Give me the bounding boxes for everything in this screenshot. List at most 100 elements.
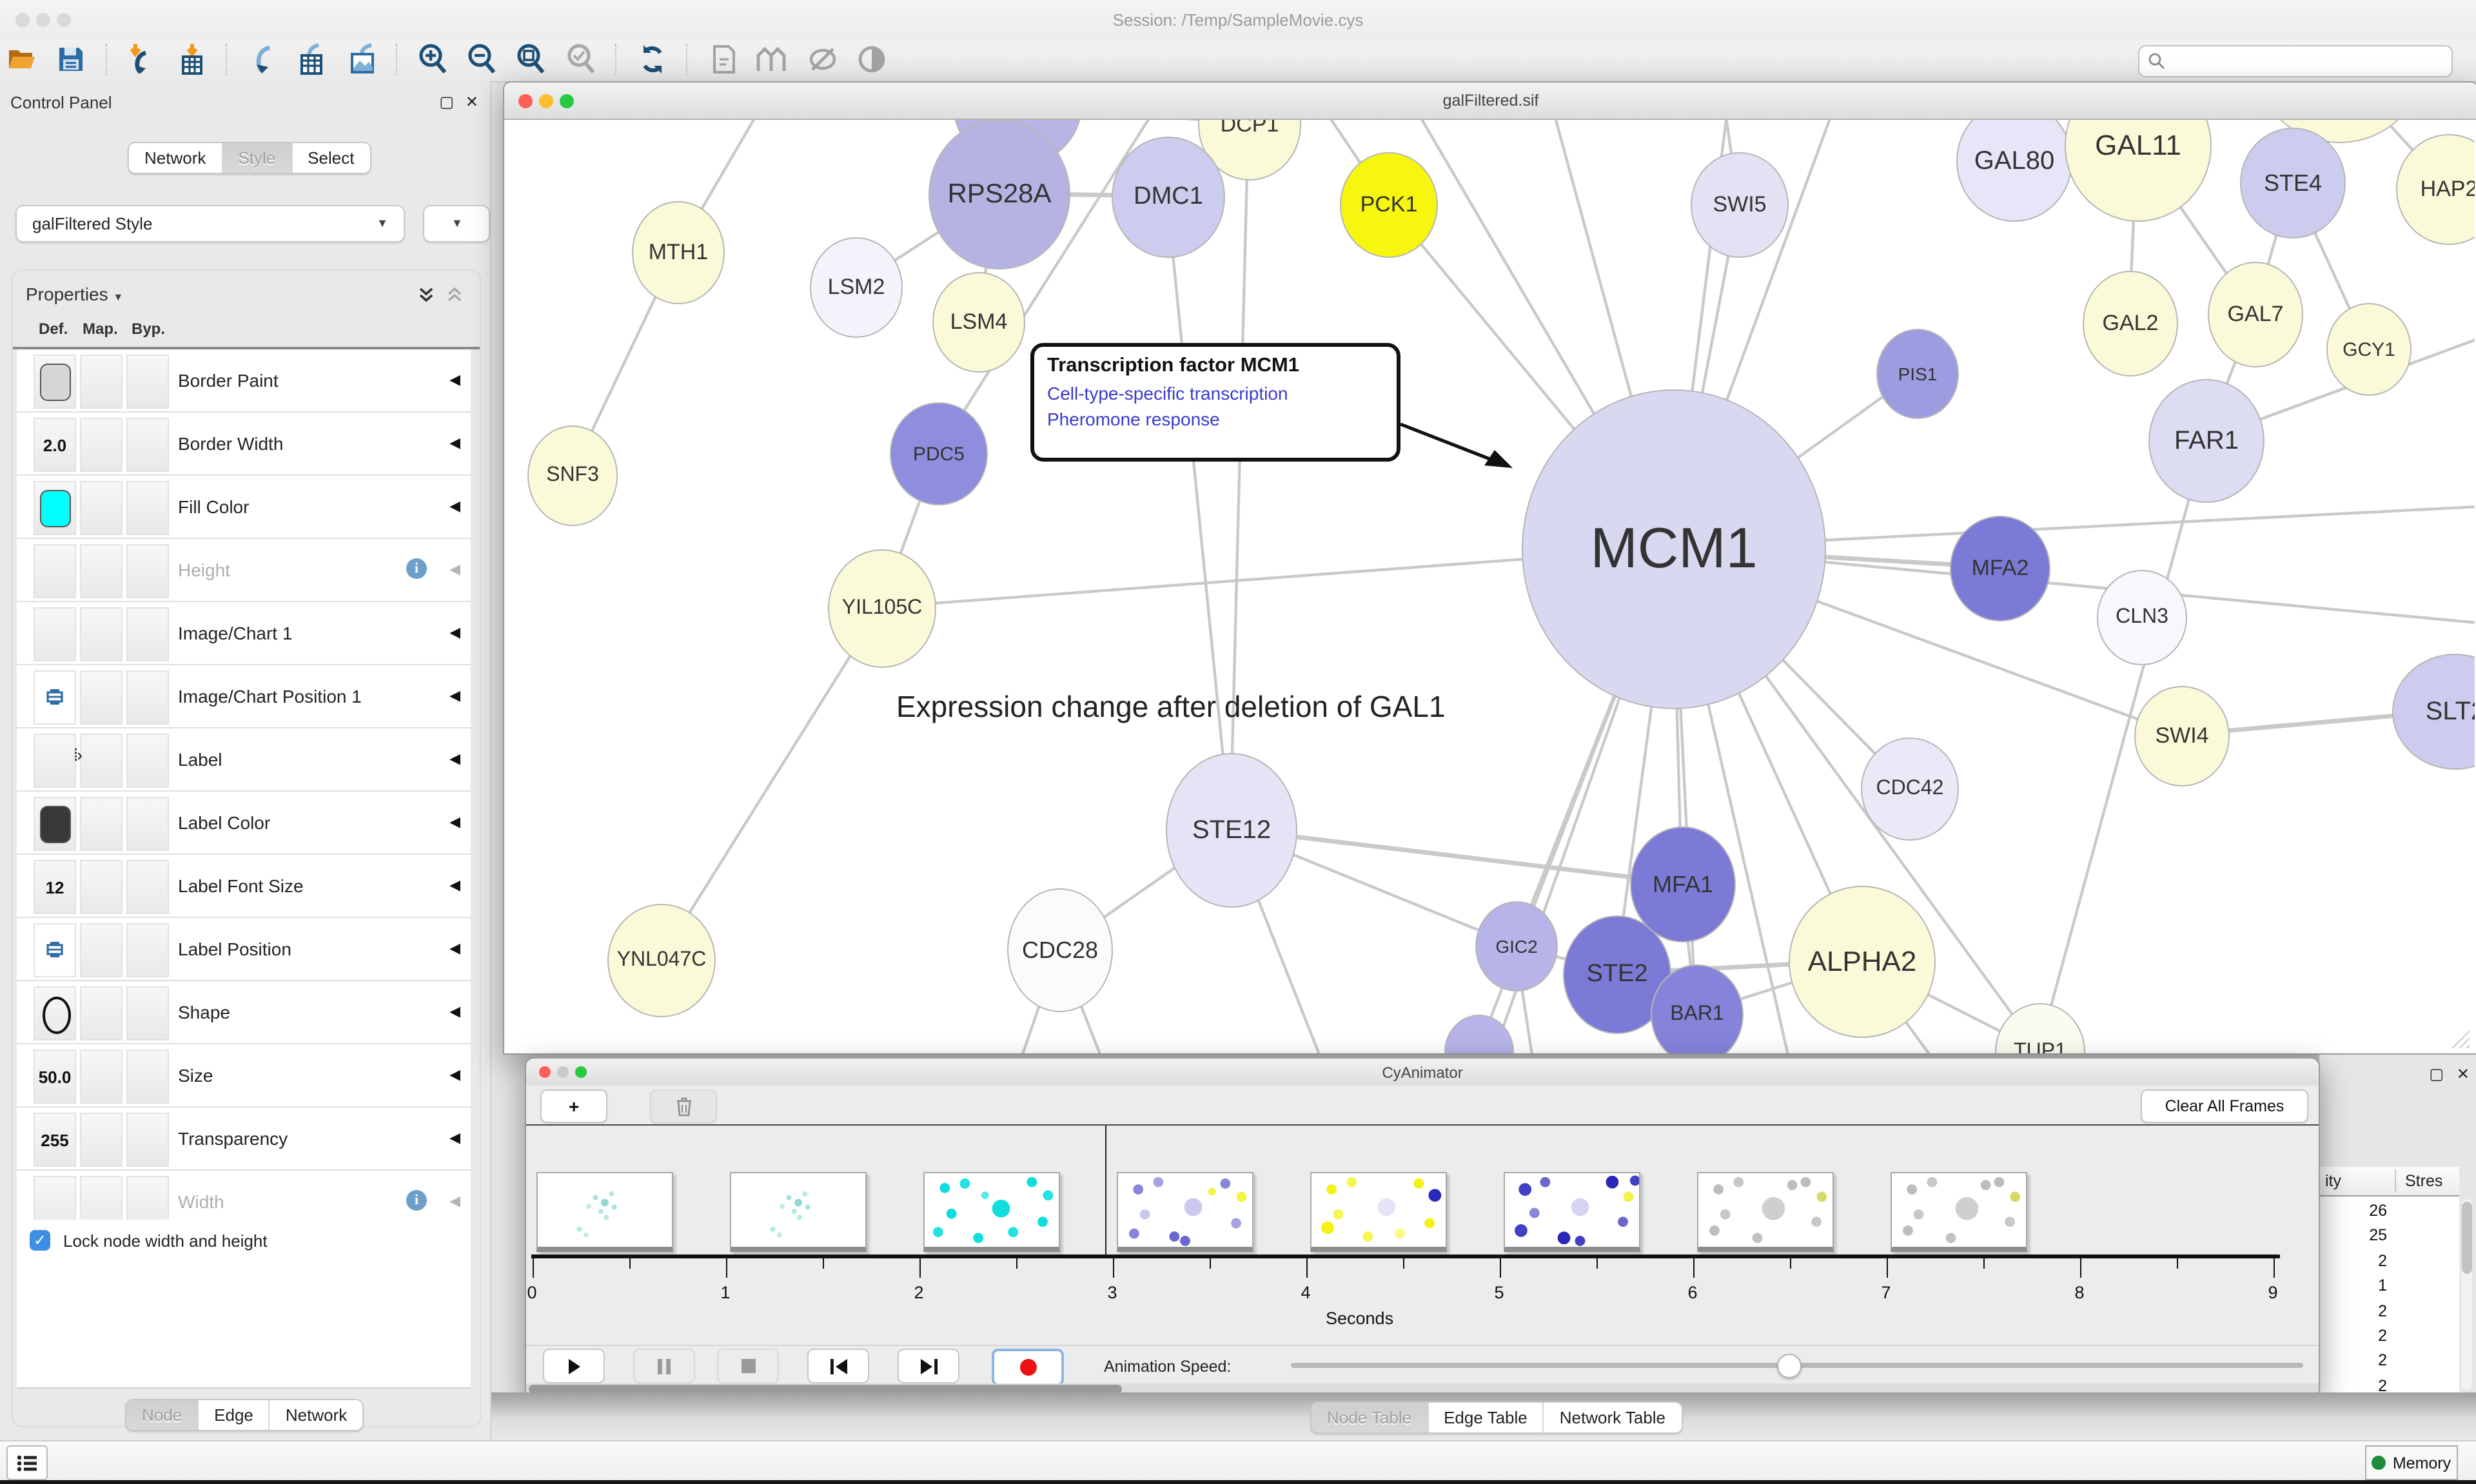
map-cell[interactable] (80, 355, 123, 409)
property-row-label[interactable]: ⁞›Label◀ (17, 728, 471, 792)
expand-property-icon[interactable]: ◀ (449, 1129, 460, 1146)
clipboard-icon[interactable] (701, 40, 745, 79)
lock-node-size-checkbox[interactable]: ✓ (30, 1230, 50, 1251)
import-table-icon[interactable] (170, 40, 214, 79)
table-cell-value[interactable]: 26 (2323, 1202, 2387, 1220)
default-value[interactable]: 2.0 (35, 436, 75, 455)
network-node-mth1[interactable]: MTH1 (632, 201, 725, 304)
table-cell-value[interactable]: 2 (2323, 1352, 2387, 1370)
byp-cell[interactable] (126, 860, 169, 914)
export-image-icon[interactable] (340, 40, 384, 79)
table-scrollbar[interactable] (2462, 1199, 2472, 1390)
network-edge[interactable] (660, 607, 881, 959)
network-node-mfa1[interactable]: MFA1 (1630, 826, 1736, 942)
def-cell[interactable]: 2.0 (34, 418, 76, 472)
frame-thumbnail-2s[interactable] (923, 1172, 1059, 1252)
map-cell[interactable] (80, 544, 123, 598)
expand-property-icon[interactable]: ◀ (449, 371, 460, 388)
network-node-dmc1[interactable]: DMC1 (1112, 137, 1225, 258)
expand-property-icon[interactable]: ◀ (449, 814, 460, 830)
byp-cell[interactable] (126, 1050, 169, 1104)
byp-cell[interactable] (126, 797, 169, 851)
property-row-label-color[interactable]: Label Color◀ (17, 792, 471, 855)
network-node-ste4[interactable]: STE4 (2240, 128, 2346, 239)
table-cell-value[interactable]: 25 (2323, 1227, 2387, 1245)
network-node-cdc28[interactable]: CDC28 (1007, 888, 1113, 1012)
byp-cell[interactable] (126, 670, 169, 725)
properties-header-dropdown[interactable]: Properties ▼ (26, 284, 123, 304)
show-detail-icon[interactable] (850, 40, 894, 79)
memory-button[interactable]: Memory (2365, 1445, 2458, 1480)
property-row-border-paint[interactable]: Border Paint◀ (17, 349, 471, 413)
timeline-playhead[interactable] (1105, 1126, 1106, 1255)
save-session-icon[interactable] (50, 40, 93, 79)
style-options-menu-button[interactable]: ▼ (423, 205, 490, 242)
table-cell-value[interactable]: 2 (2323, 1302, 2387, 1320)
tab-edge-style[interactable]: Edge (199, 1400, 270, 1430)
def-cell[interactable] (34, 607, 76, 661)
network-node-mfa2[interactable]: MFA2 (1950, 516, 2050, 621)
default-value[interactable]: 12 (35, 878, 75, 897)
byp-cell[interactable] (126, 418, 169, 472)
tab-style[interactable]: Style (222, 143, 292, 173)
open-folder-icon[interactable] (0, 40, 44, 79)
network-edge[interactable] (1167, 196, 1230, 829)
frame-thumbnail-5s[interactable] (1503, 1172, 1640, 1252)
column-stress[interactable]: Stres (2405, 1172, 2442, 1190)
def-cell[interactable] (34, 481, 76, 535)
byp-cell[interactable] (126, 481, 169, 535)
tab-network-style[interactable]: Network (270, 1400, 362, 1430)
default-value[interactable]: 50.0 (35, 1068, 75, 1087)
close-panel-icon[interactable]: ✕ (466, 93, 478, 111)
search-input[interactable] (2170, 48, 2446, 75)
map-cell[interactable] (80, 860, 123, 914)
network-node-rps28a[interactable]: RPS28A (928, 120, 1070, 269)
pause-button[interactable] (633, 1349, 695, 1383)
byp-cell[interactable] (126, 923, 169, 977)
network-node-snf3[interactable]: SNF3 (527, 425, 618, 526)
def-cell[interactable] (34, 670, 76, 725)
expand-property-icon[interactable]: ◀ (449, 498, 460, 514)
network-node-ste12[interactable]: STE12 (1166, 753, 1297, 908)
map-cell[interactable] (80, 670, 123, 725)
resize-grip[interactable] (2451, 1030, 2470, 1048)
network-node-lsm2[interactable]: LSM2 (810, 237, 903, 338)
tab-node-style[interactable]: Node (126, 1400, 199, 1430)
map-cell[interactable] (80, 797, 123, 851)
animation-speed-slider[interactable] (1291, 1363, 2303, 1368)
byp-cell[interactable] (126, 1113, 169, 1167)
tab-network[interactable]: Network (129, 143, 222, 173)
network-node-cln3[interactable]: CLN3 (2097, 570, 2187, 665)
property-row-image-chart-position-1[interactable]: Image/Chart Position 1◀ (17, 665, 471, 728)
byp-cell[interactable] (126, 607, 169, 661)
network-node-ynl047c[interactable]: YNL047C (607, 904, 716, 1017)
network-node-mcm1[interactable]: MCM1 (1522, 389, 1826, 709)
new-table-icon[interactable] (290, 40, 334, 79)
network-node-gal2[interactable]: GAL2 (2083, 271, 2178, 376)
float-panel-icon[interactable]: ▢ (439, 93, 454, 111)
expand-property-icon[interactable]: ◀ (449, 434, 460, 451)
map-cell[interactable] (80, 481, 123, 535)
network-node-far1[interactable]: FAR1 (2148, 379, 2265, 503)
property-row-image-chart-1[interactable]: Image/Chart 1◀ (17, 602, 471, 665)
network-canvas[interactable]: DCP1RPS28ADMC1PCK1MTH1LSM2LSM4SNF3PDC5YI… (504, 120, 2475, 1053)
byp-cell[interactable] (126, 355, 169, 409)
network-node-lsm4[interactable]: LSM4 (932, 272, 1025, 373)
float-panel-icon[interactable]: ▢ (2429, 1065, 2444, 1083)
map-cell[interactable] (80, 418, 123, 472)
network-node-alpha2[interactable]: ALPHA2 (1789, 886, 1936, 1038)
tab-select[interactable]: Select (292, 143, 369, 173)
network-node-gcy1[interactable]: GCY1 (2326, 303, 2412, 396)
frame-thumbnail-6s[interactable] (1696, 1172, 1833, 1252)
property-row-transparency[interactable]: 255Transparency◀ (17, 1108, 471, 1171)
def-cell[interactable] (34, 544, 76, 598)
info-icon[interactable]: i (406, 558, 427, 579)
cyanimator-timeline[interactable]: 0123456789 Seconds (526, 1126, 2319, 1345)
byp-cell[interactable] (126, 544, 169, 598)
zoom-in-icon[interactable] (411, 40, 455, 79)
def-cell[interactable] (34, 797, 76, 851)
table-cell-value[interactable]: 2 (2323, 1252, 2387, 1270)
network-node-yil105c[interactable]: YIL105C (828, 549, 936, 668)
annotation-box[interactable]: Transcription factor MCM1 Cell-type-spec… (1030, 343, 1400, 462)
skip-to-start-button[interactable] (807, 1349, 869, 1383)
